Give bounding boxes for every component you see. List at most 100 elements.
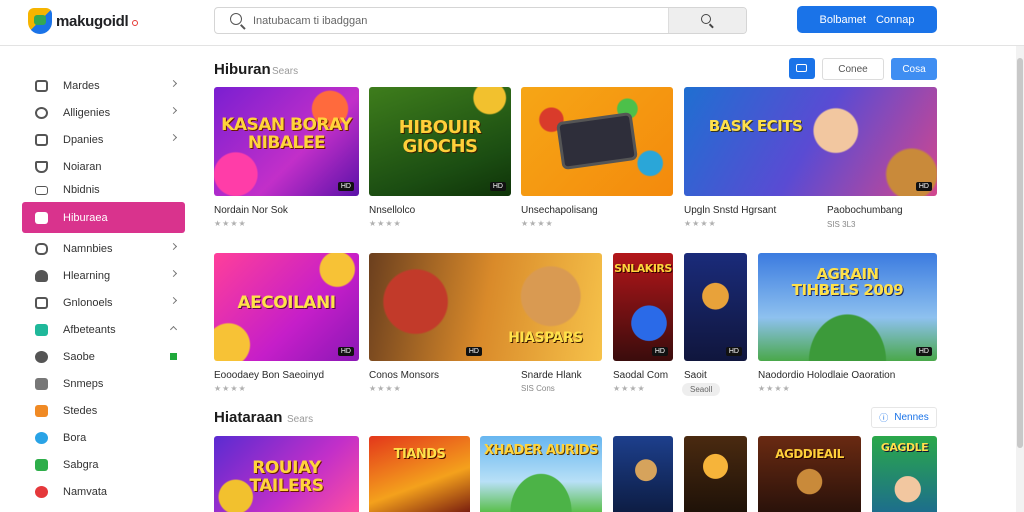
game-thumbnail: HD: [684, 253, 747, 361]
game-thumbnail: SNLAKIRS HD: [613, 253, 673, 361]
chart-icon: [35, 458, 48, 471]
sidebar-item-mardes[interactable]: Mardes: [22, 72, 185, 99]
game-thumbnail: AECOILANI HD: [214, 253, 359, 361]
rating-stars: ★★★★: [369, 219, 402, 228]
thumbnail-title: XHADER AURIDS: [484, 443, 598, 458]
quality-badge: HD: [489, 182, 506, 191]
scrollbar-thumb[interactable]: [1017, 58, 1023, 448]
thumbnail-title: BASK ECITS: [708, 117, 803, 135]
game-name: Saodal Com: [613, 370, 669, 381]
chevron-right-icon: [169, 296, 178, 305]
sidebar-item-stedes[interactable]: Stedes: [22, 397, 185, 424]
gamepad-icon: [35, 79, 48, 92]
sidebar-item-label: Bora: [63, 431, 87, 444]
chevron-up-icon: [169, 325, 178, 334]
quality-badge: HD: [915, 347, 932, 356]
chevron-right-icon: [169, 242, 178, 251]
sidebar-item-dpanies[interactable]: Dpanies: [22, 126, 185, 153]
sidebar-item-afbeteants[interactable]: Afbeteants: [22, 316, 185, 343]
sidebar-item-nbidnis[interactable]: Nbidnis: [22, 180, 185, 200]
controller-icon: [35, 242, 48, 255]
game-chip[interactable]: Seaoll: [682, 383, 721, 396]
info-icon: ⓘ: [879, 413, 889, 423]
thumbnail-title: ROUIAY TAILERS: [249, 458, 324, 496]
trophy-icon: [35, 160, 48, 173]
thumbnail-title: AGDDIEAIL: [775, 447, 844, 461]
bookmark-icon: [35, 211, 48, 224]
header-cta-button[interactable]: Bolbamet Connap: [797, 6, 937, 33]
game-name: Eooodaey Bon Saeoinyd: [214, 370, 325, 381]
rating-stars: ★★★★: [214, 219, 247, 228]
sidebar-item-noiaran[interactable]: Noiaran: [22, 153, 185, 180]
game-thumbnail[interactable]: XHADER AURIDS: [480, 436, 602, 512]
quality-badge: HD: [337, 347, 354, 356]
grid-icon: [35, 185, 48, 195]
game-thumbnail: KASAN BORAY NIBALEE HD: [214, 87, 359, 196]
sidebar-item-label: Noiaran: [63, 160, 102, 173]
game-thumbnail: AGRAIN TIHBELS 2009 HD: [758, 253, 937, 361]
thumbnail-title: AECOILANI: [237, 293, 336, 313]
see-more-label: Nennes: [894, 412, 929, 423]
search-input[interactable]: [253, 8, 667, 33]
sidebar-item-label: Afbeteants: [63, 323, 116, 336]
sidebar-item-snmeps[interactable]: Snmeps: [22, 370, 185, 397]
search-button[interactable]: [668, 8, 746, 33]
game-name: Nordain Nor Sok: [214, 205, 288, 216]
game-name: Conos Monsors: [369, 370, 440, 381]
sidebar-item-gnlonoels[interactable]: Gnlonoels: [22, 289, 185, 316]
sidebar-item-bora[interactable]: Bora: [22, 424, 185, 451]
magnifier-icon: [701, 14, 711, 24]
thumbnail-title: KASAN BORAY NIBALEE: [221, 115, 352, 153]
game-thumbnail[interactable]: [684, 436, 747, 512]
sidebar-item-label: Sabgra: [63, 458, 99, 471]
cards-icon: [35, 404, 48, 417]
sidebar-item-alligenies[interactable]: Alligenies: [22, 99, 185, 126]
game-name: Nnsellolco: [369, 205, 416, 216]
game-name: Naodordio Holodlaie Oaoration: [758, 370, 896, 381]
sidebar-item-sabgra[interactable]: Sabgra: [22, 451, 185, 478]
thumbnail-title: GAGDLE: [880, 441, 929, 454]
sidebar-item-namvata[interactable]: Namvata: [22, 478, 185, 505]
globe-icon: [35, 431, 48, 444]
logo-icon: [28, 8, 52, 34]
rating-stars: ★★★★: [369, 384, 402, 393]
game-thumbnail[interactable]: TIANDS: [369, 436, 470, 512]
see-more-button[interactable]: ⓘ Nennes: [871, 407, 937, 428]
sidebar-nav: Mardes Alligenies Dpanies Noiaran Nbidni…: [22, 72, 185, 505]
logo-text: makugoidl: [56, 12, 129, 30]
quality-badge: HD: [337, 182, 354, 191]
top-header: makugoidl Bolbamet Connap: [0, 0, 1024, 46]
sidebar-item-label: Namvata: [63, 485, 108, 498]
thumbnail-title: HIASPARS: [508, 330, 583, 346]
game-thumbnail[interactable]: GAGDLE: [872, 436, 937, 512]
search-icon: [230, 13, 242, 25]
game-name: Upgln Snstd Hgrsant: [684, 205, 777, 216]
quality-badge: HD: [915, 182, 932, 191]
game-thumbnail[interactable]: [613, 436, 673, 512]
sidebar-item-namnbies[interactable]: Namnbies: [22, 235, 185, 262]
sidebar-item-hlearning[interactable]: Hlearning: [22, 262, 185, 289]
game-thumbnail[interactable]: ROUIAY TAILERS: [214, 436, 359, 512]
thumbnail-title: SNLAKIRS: [614, 262, 672, 275]
sidebar-item-label: Namnbies: [63, 242, 113, 255]
image-icon: [35, 377, 48, 390]
primary-button[interactable]: Cosa: [891, 58, 937, 80]
logo-dot-icon: [132, 20, 139, 26]
thumbnail-title: HIBOUIR GIOCHS: [398, 117, 482, 157]
sidebar-item-hiburaea[interactable]: Hiburaea: [22, 202, 185, 233]
sidebar-item-label: Dpanies: [63, 133, 104, 146]
game-meta: SIS Cons: [521, 384, 555, 393]
ball-icon: [35, 350, 48, 363]
puzzle-icon: [35, 269, 48, 282]
sidebar-item-label: Alligenies: [63, 106, 111, 119]
game-thumbnail[interactable]: AGDDIEAIL: [758, 436, 861, 512]
view-toggle-button[interactable]: [789, 58, 815, 79]
rating-stars: ★★★★: [613, 384, 646, 393]
sidebar-item-label: Mardes: [63, 79, 100, 92]
sidebar-item-label: Hlearning: [63, 269, 111, 282]
sidebar-item-saobe[interactable]: Saobe: [22, 343, 185, 370]
window-icon: [35, 133, 48, 146]
app-logo[interactable]: makugoidl: [28, 8, 139, 34]
quality-badge: HD: [465, 347, 482, 356]
secondary-button[interactable]: Conee: [822, 58, 884, 80]
